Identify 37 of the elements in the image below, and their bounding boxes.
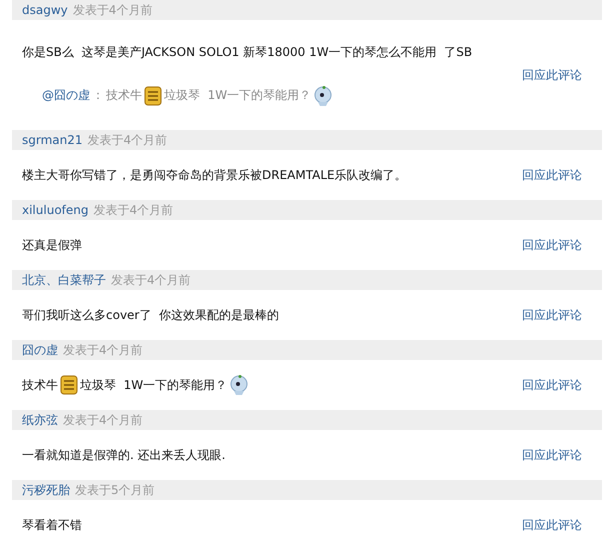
emoticon-icon (229, 374, 250, 396)
comment-text: 琴看着不错 (22, 516, 82, 534)
post-time: 发表于4个月前 (111, 272, 191, 288)
comment-text: 技术牛 (22, 376, 58, 394)
author-link[interactable]: sgrman21 (22, 133, 83, 147)
emoticon-icon (144, 86, 162, 106)
reply-link[interactable]: 回应此评论 (522, 166, 582, 184)
author-link[interactable]: 囧の虚 (22, 342, 58, 358)
comment-text: 一看就知道是假弹的. 还出来丢人现眼. (22, 446, 226, 464)
reply-link[interactable]: 回应此评论 (522, 446, 582, 464)
emoticon-icon (313, 84, 334, 106)
post-time: 发表于4个月前 (88, 132, 168, 148)
reply-link[interactable]: 回应此评论 (522, 66, 582, 84)
post-time: 发表于4个月前 (63, 342, 143, 358)
post-time: 发表于4个月前 (94, 202, 174, 218)
separator: ： (92, 87, 104, 104)
post-time: 发表于4个月前 (63, 412, 143, 428)
comment-text: 还真是假弹 (22, 236, 82, 254)
comment-text: 哥们我听这么多cover了 你这效果配的是最棒的 (22, 306, 279, 324)
author-link[interactable]: 纸亦弦 (22, 412, 58, 428)
author-link[interactable]: 污秽死胎 (22, 482, 70, 498)
comment-text: 垃圾琴 1W一下的琴能用？ (164, 87, 312, 104)
quoted-author-link[interactable]: @囧の虚 (42, 87, 90, 104)
reply-link[interactable]: 回应此评论 (522, 236, 582, 254)
reply-link[interactable]: 回应此评论 (522, 306, 582, 324)
emoticon-icon (60, 375, 78, 395)
post-time: 发表于5个月前 (75, 482, 155, 498)
author-link[interactable]: xiluluofeng (22, 203, 88, 217)
reply-link[interactable]: 回应此评论 (522, 516, 582, 534)
comment-text: 楼主大哥你写错了，是勇闯夺命岛的背景乐被DREAMTALE乐队改编了。 (22, 166, 407, 184)
comment-text: 技术牛 (106, 87, 142, 104)
comment-text: 你是SB么 这琴是美产JACKSON SOLO1 新琴18000 1W一下的琴怎么不能用 了SB (22, 44, 472, 60)
author-link[interactable]: dsagwy (22, 3, 68, 17)
reply-link[interactable]: 回应此评论 (522, 376, 582, 394)
comment-text: 垃圾琴 1W一下的琴能用？ (80, 376, 228, 394)
post-time: 发表于4个月前 (72, 2, 152, 18)
author-link[interactable]: 北京、白菜帮子 (22, 272, 106, 288)
